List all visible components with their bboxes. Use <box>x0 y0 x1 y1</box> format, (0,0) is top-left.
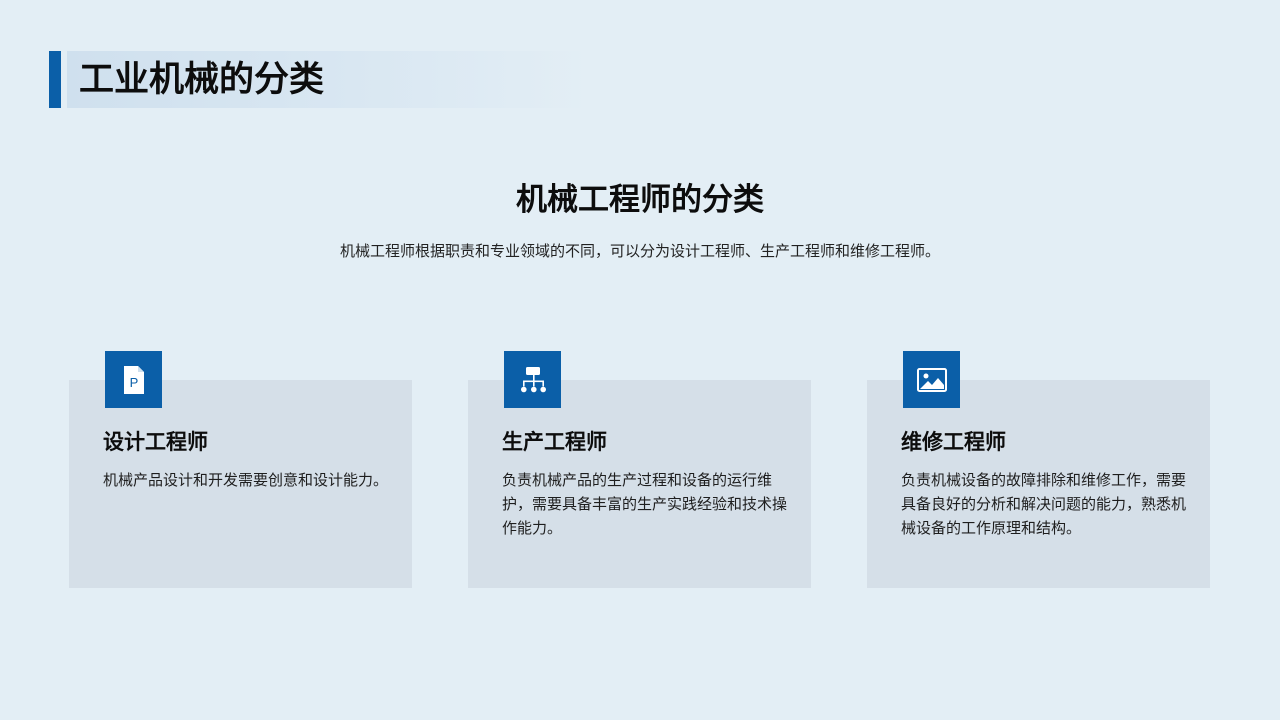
page-title: 工业机械的分类 <box>79 60 325 100</box>
title-bar: 工业机械的分类 <box>49 51 589 108</box>
title-accent-bar <box>49 51 61 108</box>
card-title: 维修工程师 <box>901 430 1006 454</box>
card-production-engineer: 生产工程师 负责机械产品的生产过程和设备的运行维护，需要具备丰富的生产实践经验和… <box>468 351 811 588</box>
card-title: 生产工程师 <box>502 430 607 454</box>
svg-text:P: P <box>129 375 138 390</box>
document-p-icon: P <box>105 351 162 408</box>
section-subtitle: 机械工程师根据职责和专业领域的不同，可以分为设计工程师、生产工程师和维修工程师。 <box>339 242 940 260</box>
org-chart-icon <box>504 351 561 408</box>
card-title: 设计工程师 <box>103 430 208 454</box>
card-design-engineer: P 设计工程师 机械产品设计和开发需要创意和设计能力。 <box>69 351 412 588</box>
card-description: 机械产品设计和开发需要创意和设计能力。 <box>103 471 389 489</box>
card-maintenance-engineer: 维修工程师 负责机械设备的故障排除和维修工作，需要具备良好的分析和解决问题的能力… <box>867 351 1210 588</box>
card-description: 负责机械产品的生产过程和设备的运行维护，需要具备丰富的生产实践经验和技术操作能力… <box>502 471 788 537</box>
card-description: 负责机械设备的故障排除和维修工作，需要具备良好的分析和解决问题的能力，熟悉机械设… <box>901 471 1187 537</box>
section-title: 机械工程师的分类 <box>516 182 764 218</box>
image-icon <box>903 351 960 408</box>
